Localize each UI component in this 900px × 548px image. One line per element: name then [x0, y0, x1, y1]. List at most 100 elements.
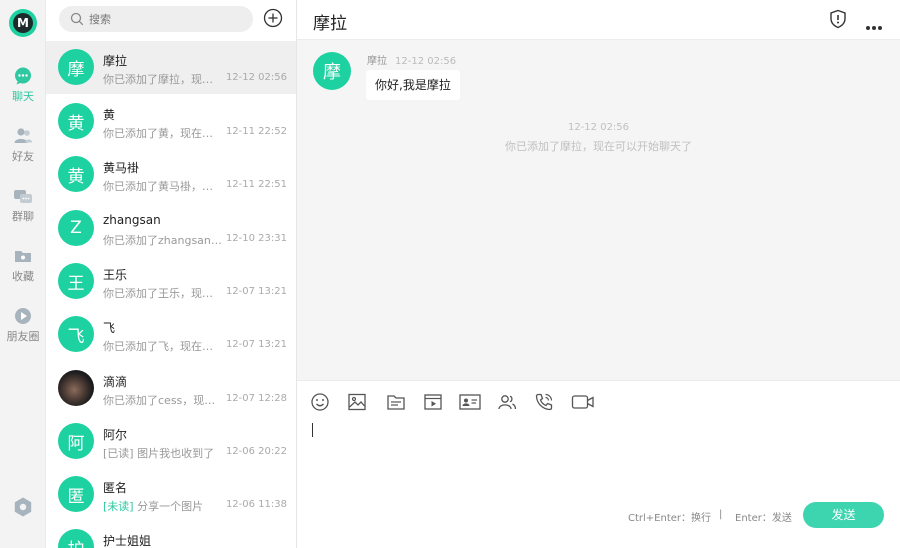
hint-separator: | — [719, 509, 723, 520]
nav-label-moments: 朋友圈 — [6, 330, 40, 343]
conversation-time: 12-11 22:52 — [225, 126, 287, 137]
preview-text: 你已添加了飞，现在可以开始聊天了 — [103, 340, 223, 353]
contact-card-button[interactable] — [459, 392, 481, 416]
file-button[interactable] — [386, 392, 406, 416]
preview-text: 你已添加了王乐，现在可以开始聊天了 — [103, 287, 223, 300]
nav-label-chat: 聊天 — [12, 90, 34, 103]
search-icon — [70, 12, 84, 26]
nav-item-chat[interactable]: 聊天 — [0, 66, 46, 104]
voice-call-icon — [535, 393, 553, 411]
message-avatar[interactable]: 摩 — [313, 52, 351, 90]
contacts-icon — [14, 128, 32, 143]
avatar: 黄 — [58, 156, 94, 192]
conversation-time: 12-12 02:56 — [225, 72, 287, 83]
conversation-item[interactable]: 滴滴 你已添加了cess，现在可以开始聊天了 12-07 12:28 — [46, 362, 296, 415]
conversation-item[interactable]: 飞 飞 你已添加了飞，现在可以开始聊天了 12-07 13:21 — [46, 308, 296, 361]
conversation-name: 滴滴 — [103, 375, 128, 389]
settings-icon — [14, 497, 32, 517]
conversation-name: 王乐 — [103, 268, 128, 282]
app-logo: M — [9, 9, 37, 37]
nav-item-favorites[interactable]: 收藏 — [0, 246, 46, 284]
emoji-icon — [311, 393, 329, 411]
send-button[interactable]: 发送 — [803, 502, 884, 528]
preview-text: 图片我也收到了 — [137, 447, 215, 460]
favorites-folder-icon — [15, 251, 31, 262]
conversation-item[interactable]: 护 护士姐姐 — [46, 521, 296, 548]
avatar: Z — [58, 210, 94, 246]
moments-icon — [15, 308, 31, 324]
conversation-preview: 你已添加了王乐，现在可以开始聊天了 — [103, 285, 223, 301]
conversation-time: 12-06 11:38 — [225, 499, 287, 510]
contact-card-icon — [459, 394, 481, 410]
conversation-name: 阿尔 — [103, 428, 128, 442]
group-members-button[interactable] — [497, 392, 517, 416]
avatar: 摩 — [58, 49, 94, 85]
nav-item-moments[interactable]: 朋友圈 — [0, 306, 46, 344]
conversation-preview: 你已添加了黄马褂，现在可以开始聊天了 — [103, 178, 223, 194]
report-button[interactable] — [829, 9, 847, 33]
avatar: 飞 — [58, 316, 94, 352]
preview-text: 你已添加了黄马褂，现在可以开始聊天了 — [103, 180, 223, 193]
conversation-preview: 你已添加了摩拉，现在可以开始聊天了 — [103, 71, 223, 87]
conversation-item[interactable]: 王 王乐 你已添加了王乐，现在可以开始聊天了 12-07 13:21 — [46, 255, 296, 308]
add-button[interactable] — [263, 8, 283, 32]
conversation-item[interactable]: 匿 匿名 [未读] 分享一个图片 12-06 11:38 — [46, 468, 296, 521]
shield-alert-icon — [830, 9, 846, 29]
conversation-preview: [已读] 图片我也收到了 — [103, 445, 223, 461]
conversation-item[interactable]: 黄 黄 你已添加了黄，现在可以开始聊天了 12-11 22:52 — [46, 95, 296, 148]
preview-text: 你已添加了摩拉，现在可以开始聊天了 — [103, 73, 223, 86]
video-call-icon — [571, 395, 594, 409]
chat-title: 摩拉 — [313, 14, 347, 34]
message-meta: 摩拉 12-12 02:56 — [367, 52, 456, 67]
preview-text: 你已添加了zhangsan，现在可以开始聊天了 — [103, 234, 223, 247]
nav-label-favorites: 收藏 — [12, 270, 34, 283]
conversation-time: 12-10 23:31 — [225, 233, 287, 244]
nav-item-friends[interactable]: 好友 — [0, 126, 46, 164]
video-file-icon — [424, 394, 442, 410]
system-message: 你已添加了摩拉，现在可以开始聊天了 — [505, 140, 692, 153]
conversation-preview: 你已添加了飞，现在可以开始聊天了 — [103, 338, 223, 354]
video-call-button[interactable] — [571, 392, 595, 416]
nav-item-groups[interactable]: 群聊 — [0, 186, 46, 224]
conversation-name: 黄 — [103, 108, 116, 122]
read-tag: [已读] — [103, 447, 134, 460]
unread-tag: [未读] — [103, 500, 134, 513]
avatar: 黄 — [58, 103, 94, 139]
nav-label-groups: 群聊 — [12, 210, 34, 223]
conversation-preview: 你已添加了zhangsan，现在可以开始聊天了 — [103, 232, 223, 248]
conversation-preview: 你已添加了黄，现在可以开始聊天了 — [103, 125, 223, 141]
settings-button[interactable] — [12, 496, 34, 522]
message-bubble[interactable]: 你好,我是摩拉 — [366, 70, 460, 100]
conversation-name: 护士姐姐 — [103, 534, 152, 548]
video-file-button[interactable] — [423, 392, 443, 416]
conversation-time: 12-11 22:51 — [225, 179, 287, 190]
emoji-button[interactable] — [310, 392, 330, 416]
conversation-preview: 你已添加了cess，现在可以开始聊天了 — [103, 392, 223, 408]
chat-bubble-icon — [15, 67, 31, 85]
more-button[interactable] — [865, 16, 883, 35]
system-time: 12-12 02:56 — [567, 122, 630, 133]
image-button[interactable] — [347, 392, 367, 416]
conversation-item[interactable]: 摩 摩拉 你已添加了摩拉，现在可以开始聊天了 12-12 02:56 — [46, 41, 296, 94]
conversation-item[interactable]: Z zhangsan 你已添加了zhangsan，现在可以开始聊天了 12-10… — [46, 202, 296, 255]
conversation-item[interactable]: 阿 阿尔 [已读] 图片我也收到了 12-06 20:22 — [46, 415, 296, 468]
chat-panel: 摩拉 摩 摩拉 12-12 02:56 你好,我是摩拉 12-12 02:56 你… — [297, 0, 900, 548]
voice-call-button[interactable] — [534, 392, 554, 416]
plus-circle-icon — [263, 8, 283, 28]
conversation-time: 12-07 13:21 — [225, 286, 287, 297]
conversation-name: 摩拉 — [103, 54, 128, 68]
group-members-icon — [498, 395, 517, 410]
search-box[interactable] — [59, 6, 253, 32]
avatar: 阿 — [58, 423, 94, 459]
avatar: 王 — [58, 263, 94, 299]
preview-text: 你已添加了cess，现在可以开始聊天了 — [103, 394, 223, 407]
conversation-list-panel: 摩 摩拉 你已添加了摩拉，现在可以开始聊天了 12-12 02:56 黄 黄 你… — [46, 0, 297, 548]
avatar-photo — [58, 370, 94, 406]
preview-text: 分享一个图片 — [137, 500, 204, 513]
composer[interactable]: Ctrl+Enter：换行 | Enter：发送 发送 — [297, 380, 900, 548]
conversation-time: 12-06 20:22 — [225, 446, 287, 457]
search-input[interactable] — [89, 10, 239, 28]
text-cursor — [312, 423, 313, 437]
conversation-time: 12-07 13:21 — [225, 339, 287, 350]
conversation-item[interactable]: 黄 黄马褂 你已添加了黄马褂，现在可以开始聊天了 12-11 22:51 — [46, 148, 296, 201]
